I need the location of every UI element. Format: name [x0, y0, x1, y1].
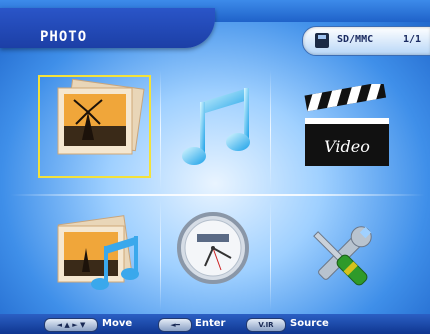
title-tab: [0, 8, 215, 48]
page-title: PHOTO: [40, 29, 88, 45]
divider-horizontal: [10, 194, 425, 196]
menu-item-clock[interactable]: [175, 206, 295, 306]
page-indicator: 1/1: [403, 34, 422, 45]
enter-key-icon: ◄━: [158, 318, 192, 332]
move-hint-label: Move: [102, 318, 133, 329]
clapperboard-icon: Video: [304, 84, 389, 166]
hint-bar: ◄ ▲ ► ▼ Move ◄━ Enter V.IR Source: [0, 314, 430, 334]
move-key-icon: ◄ ▲ ► ▼: [44, 318, 98, 332]
tools-icon: [313, 226, 372, 286]
menu-item-settings[interactable]: [300, 218, 420, 318]
enter-hint-label: Enter: [195, 318, 226, 329]
menu-item-video[interactable]: Video: [295, 84, 415, 184]
menu-item-music[interactable]: [170, 80, 290, 180]
source-label: SD/MMC: [337, 34, 374, 45]
menu-item-photo-music[interactable]: [48, 212, 168, 312]
sd-card-icon: [315, 33, 329, 48]
clock-icon: [177, 212, 249, 284]
photo-music-icon: [57, 215, 139, 290]
video-label: Video: [324, 137, 370, 156]
divider-vertical: [160, 70, 161, 190]
music-note-icon: [182, 88, 250, 165]
source-hint-label: Source: [290, 318, 329, 329]
selection-highlight: [38, 75, 151, 178]
source-key-icon: V.IR: [246, 318, 286, 332]
source-indicator[interactable]: SD/MMC 1/1: [302, 26, 430, 56]
